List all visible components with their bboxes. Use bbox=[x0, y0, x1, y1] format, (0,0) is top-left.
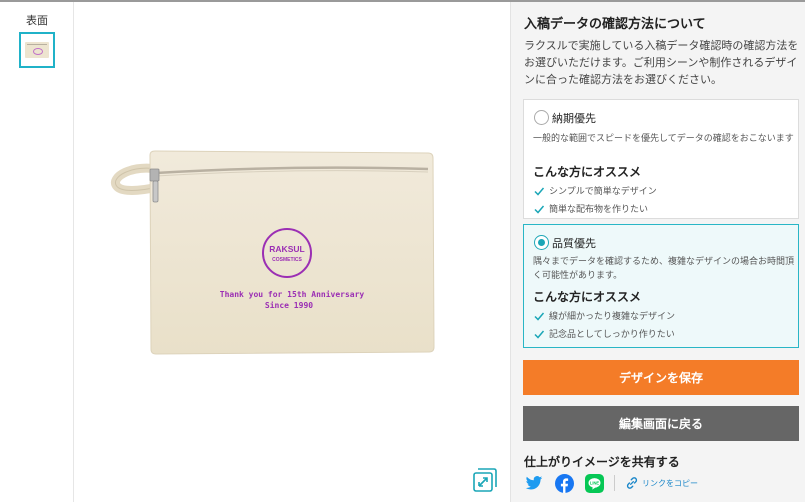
share-title: 仕上がりイメージを共有する bbox=[524, 455, 680, 469]
check-method-panel: 入稿データの確認方法について ラクスルで実施している入稿データ確認時の確認方法を… bbox=[510, 2, 805, 502]
recommend-item: 簡単な配布物を作りたい bbox=[533, 202, 648, 215]
recommend-item: 線が細かったり複雑なデザイン bbox=[533, 309, 675, 322]
radio-delivery-priority[interactable] bbox=[534, 110, 549, 125]
link-icon bbox=[626, 477, 638, 489]
twitter-icon[interactable] bbox=[524, 473, 544, 493]
print-text-line1: Thank you for 15th Anniversary bbox=[220, 289, 365, 299]
thumbnail-label: 表面 bbox=[26, 14, 48, 27]
recommend-item: 記念品としてしっかり作りたい bbox=[533, 327, 675, 340]
option-quality-priority[interactable]: 品質優先 隅々までデータを確認するため、複雑なデザインの場合お時間頂く可能性があ… bbox=[523, 224, 799, 348]
option-name: 品質優先 bbox=[552, 237, 596, 250]
bag-image: RAKSUL COSMETICS Thank you for 15th Anni… bbox=[111, 150, 435, 355]
recommend-item-label: 記念品としてしっかり作りたい bbox=[549, 330, 675, 340]
option-description: 隅々までデータを確認するため、複雑なデザインの場合お時間頂く可能性があります。 bbox=[533, 257, 795, 281]
recommend-item: シンプルで簡単なデザイン bbox=[533, 184, 657, 197]
thumbnail-bag-image bbox=[25, 42, 49, 58]
recommend-title: こんな方にオススメ bbox=[533, 290, 642, 304]
thumbnail-column: 表面 bbox=[0, 2, 74, 502]
option-name: 納期優先 bbox=[552, 112, 596, 125]
share-divider bbox=[614, 475, 615, 491]
recommend-item-label: 簡単な配布物を作りたい bbox=[549, 205, 649, 215]
recommend-item-label: 線が細かったり複雑なデザイン bbox=[549, 312, 676, 322]
panel-description: ラクスルで実施している入稿データ確認時の確認方法をお選びいただけます。ご利用シー… bbox=[524, 39, 799, 86]
logo-text-raksul: RAKSUL bbox=[269, 244, 304, 254]
check-icon bbox=[534, 187, 545, 196]
product-preview: RAKSUL COSMETICS Thank you for 15th Anni… bbox=[75, 2, 510, 502]
check-icon bbox=[534, 205, 545, 214]
svg-text:LINE: LINE bbox=[589, 480, 599, 485]
option-delivery-priority[interactable]: 納期優先 一般的な範囲でスピードを優先してデータの確認をおこないます こんな方に… bbox=[523, 99, 799, 219]
print-text-line2: Since 1990 bbox=[265, 300, 313, 310]
radio-quality-priority[interactable] bbox=[534, 235, 549, 250]
expand-icon[interactable] bbox=[473, 468, 497, 492]
logo-text-cosmetics: COSMETICS bbox=[272, 257, 302, 263]
check-icon bbox=[534, 330, 545, 339]
line-icon[interactable]: LINE bbox=[584, 473, 604, 493]
option-description: 一般的な範囲でスピードを優先してデータの確認をおこないます bbox=[533, 134, 794, 144]
facebook-icon[interactable] bbox=[554, 473, 574, 493]
recommend-item-label: シンプルで簡単なデザイン bbox=[549, 187, 657, 197]
back-to-editor-button[interactable]: 編集画面に戻る bbox=[523, 406, 799, 441]
copy-link-button[interactable]: リンクをコピー bbox=[625, 476, 698, 490]
copy-link-label: リンクをコピー bbox=[642, 478, 698, 488]
share-row: LINE リンクをコピー bbox=[524, 473, 698, 493]
recommend-title: こんな方にオススメ bbox=[533, 165, 642, 179]
panel-title: 入稿データの確認方法について bbox=[524, 17, 706, 32]
check-icon bbox=[534, 312, 545, 321]
save-design-button[interactable]: デザインを保存 bbox=[523, 360, 799, 395]
thumbnail-front[interactable] bbox=[19, 32, 55, 68]
